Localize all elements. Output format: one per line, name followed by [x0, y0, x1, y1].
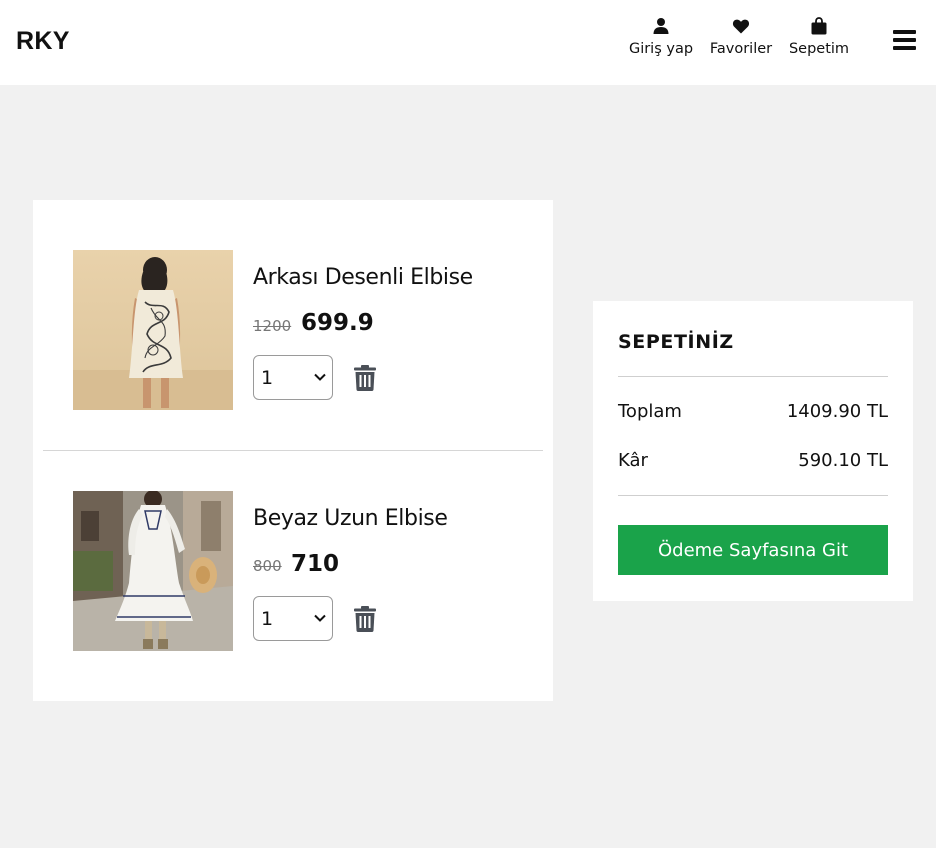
chevron-down-icon [314, 614, 326, 622]
chevron-down-icon [314, 373, 326, 381]
cart-item: Beyaz Uzun Elbise 800 710 1 [33, 450, 553, 700]
nav-login-label: Giriş yap [628, 41, 694, 57]
total-value: 1409.90 TL [786, 401, 888, 422]
profit-label: Kâr [618, 450, 648, 471]
checkout-button[interactable]: Ödeme Sayfasına Git [618, 525, 888, 575]
cart-summary: SEPETİNİZ Toplam 1409.90 TL Kâr 590.10 T… [593, 301, 913, 601]
cart-items-panel: Arkası Desenli Elbise 1200 699.9 1 Beyaz… [33, 200, 553, 701]
quantity-select[interactable]: 1 [253, 355, 333, 400]
product-image[interactable] [73, 491, 233, 651]
nav-cart-label: Sepetim [788, 41, 850, 57]
total-label: Toplam [618, 401, 682, 422]
quantity-select[interactable]: 1 [253, 596, 333, 641]
trash-icon[interactable] [353, 606, 377, 632]
trash-icon[interactable] [353, 365, 377, 391]
quantity-value: 1 [261, 608, 274, 630]
nav-favorites[interactable]: Favoriler [709, 17, 773, 65]
cart-item: Arkası Desenli Elbise 1200 699.9 1 [33, 200, 553, 450]
product-price: 710 [291, 551, 340, 577]
heart-icon [732, 19, 750, 34]
summary-title: SEPETİNİZ [618, 331, 734, 353]
product-image[interactable] [73, 250, 233, 410]
hamburger-menu-icon[interactable] [893, 29, 916, 51]
product-name[interactable]: Arkası Desenli Elbise [253, 265, 473, 290]
nav-favorites-label: Favoriler [709, 41, 773, 57]
product-old-price: 800 [253, 557, 282, 575]
quantity-value: 1 [261, 367, 274, 389]
nav-login[interactable]: Giriş yap [628, 17, 694, 65]
brand-logo[interactable]: RKY [16, 27, 70, 56]
summary-divider [618, 495, 888, 496]
nav-cart[interactable]: Sepetim [788, 17, 850, 65]
shopping-bag-icon [811, 17, 827, 35]
product-name[interactable]: Beyaz Uzun Elbise [253, 506, 448, 531]
profit-value: 590.10 TL [798, 450, 888, 471]
summary-divider [618, 376, 888, 377]
user-icon [653, 18, 669, 34]
product-price: 699.9 [301, 310, 374, 336]
product-old-price: 1200 [253, 317, 292, 335]
site-header: RKY Giriş yap Favoriler Sepetim [0, 0, 936, 85]
